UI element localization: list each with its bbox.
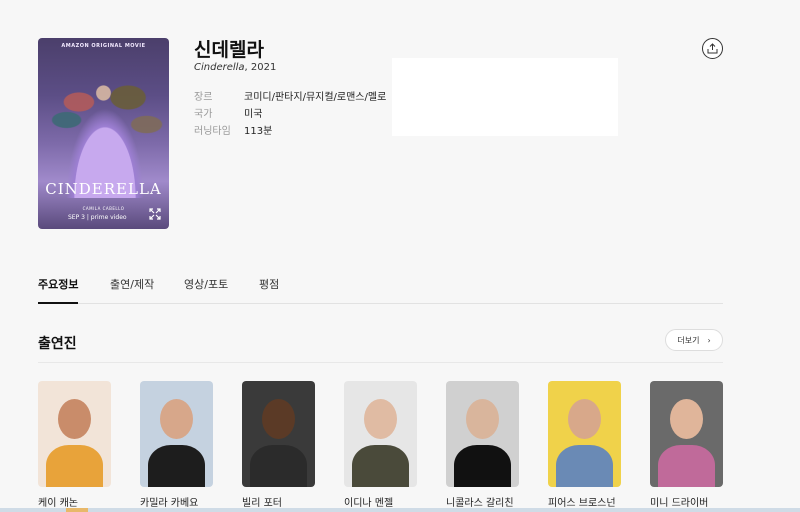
share-icon <box>707 43 718 54</box>
cast-name[interactable]: 니콜라스 갈리친 <box>446 494 519 509</box>
cast-photo-face <box>568 399 601 439</box>
cast-photo-face <box>364 399 397 439</box>
movie-poster[interactable]: AMAZON ORIGINAL MOVIE CINDERELLA CAMILA … <box>38 38 169 229</box>
movie-subtitle: Cinderella, 2021 <box>194 62 276 73</box>
info-value: 113분 <box>244 126 273 137</box>
chevron-right-icon: › <box>707 335 711 345</box>
cast-photo-body <box>454 445 511 487</box>
cast-photo-body <box>658 445 715 487</box>
cast-photo-face <box>670 399 703 439</box>
cast-photo[interactable] <box>242 381 315 487</box>
cast-card[interactable]: 이디나 멘젤 <box>344 381 417 509</box>
cast-photo[interactable] <box>650 381 723 487</box>
info-value: 코미디/판타지/뮤지컬/로맨스/멜로 <box>244 92 387 103</box>
info-runtime: 러닝타임 113분 <box>194 122 272 137</box>
cast-name[interactable]: 미니 드라이버 <box>650 494 723 509</box>
cast-photo-face <box>58 399 91 439</box>
blank-panel <box>392 58 618 136</box>
release-year: , 2021 <box>244 62 277 73</box>
divider <box>38 362 723 363</box>
tab-cast-crew[interactable]: 출연/제작 <box>110 276 154 302</box>
cast-photo-face <box>160 399 193 439</box>
movie-title: 신데렐라 <box>194 39 264 61</box>
cast-photo-body <box>352 445 409 487</box>
poster-title: CINDERELLA <box>45 180 162 198</box>
tab-video-photo[interactable]: 영상/포토 <box>184 276 228 302</box>
cast-photo-body <box>46 445 103 487</box>
info-label: 국가 <box>194 109 213 120</box>
more-button-label: 더보기 <box>677 335 700 345</box>
cast-name[interactable]: 피어스 브로스넌 <box>548 494 621 509</box>
bottom-strip <box>0 508 800 512</box>
info-value: 미국 <box>244 109 263 120</box>
info-label: 장르 <box>194 92 213 103</box>
cast-card[interactable]: 카밀라 카베요 <box>140 381 213 509</box>
tab-bar: 주요정보 출연/제작 영상/포토 평점 <box>38 276 723 304</box>
strip-marker <box>66 508 88 512</box>
cast-photo-body <box>250 445 307 487</box>
section-title-cast: 출연진 <box>38 336 77 352</box>
cast-card[interactable]: 케이 캐논 <box>38 381 111 509</box>
poster-release: SEP 3 | prime video <box>68 214 127 221</box>
info-genre: 장르 코미디/판타지/뮤지컬/로맨스/멜로 <box>194 88 386 103</box>
cast-card[interactable]: 미니 드라이버 <box>650 381 723 509</box>
cast-photo[interactable] <box>446 381 519 487</box>
cast-photo[interactable] <box>548 381 621 487</box>
cast-photo-body <box>556 445 613 487</box>
cast-name[interactable]: 이디나 멘젤 <box>344 494 417 509</box>
share-button[interactable] <box>702 38 723 59</box>
cast-photo-face <box>262 399 295 439</box>
tab-main-info[interactable]: 주요정보 <box>38 276 79 304</box>
original-title: Cinderella <box>194 62 245 73</box>
info-label: 러닝타임 <box>194 126 231 137</box>
more-button[interactable]: 더보기 › <box>665 329 723 351</box>
cast-photo-body <box>148 445 205 487</box>
cast-card[interactable]: 니콜라스 갈리친 <box>446 381 519 509</box>
cast-card[interactable]: 피어스 브로스넌 <box>548 381 621 509</box>
cast-name[interactable]: 빌리 포터 <box>242 494 315 509</box>
poster-top-text: AMAZON ORIGINAL MOVIE <box>61 43 146 49</box>
cast-name[interactable]: 카밀라 카베요 <box>140 494 213 509</box>
cast-name[interactable]: 케이 캐논 <box>38 494 111 509</box>
cast-card[interactable]: 빌리 포터 <box>242 381 315 509</box>
cast-photo[interactable] <box>140 381 213 487</box>
cast-photo-face <box>466 399 499 439</box>
info-country: 국가 미국 <box>194 105 262 120</box>
cast-photo[interactable] <box>344 381 417 487</box>
tab-rating[interactable]: 평점 <box>259 276 279 302</box>
cast-photo[interactable] <box>38 381 111 487</box>
expand-icon[interactable] <box>148 208 162 222</box>
